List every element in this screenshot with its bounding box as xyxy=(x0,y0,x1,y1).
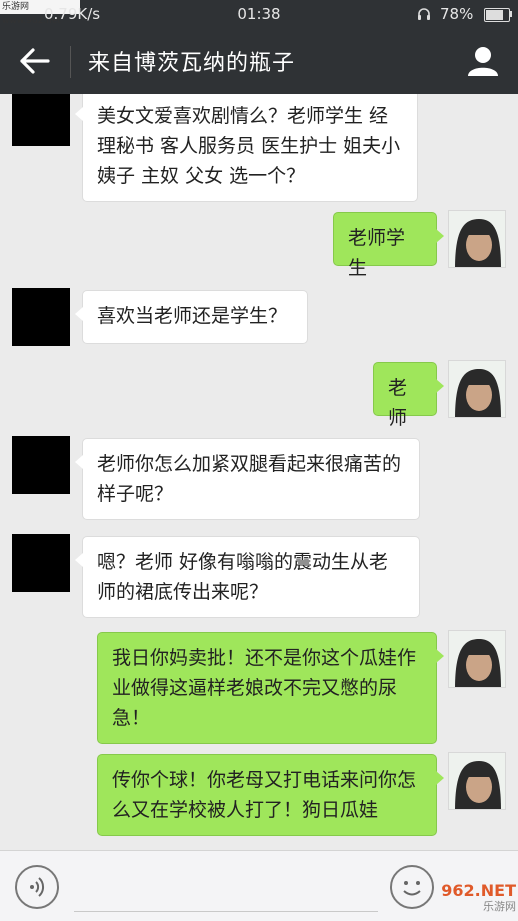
header-divider xyxy=(70,46,71,78)
outgoing-message[interactable]: 我日你妈卖批！还不是你这个瓜娃作业做得这逼样老娘改不完又憋的尿急！ xyxy=(97,632,444,744)
contact-avatar[interactable] xyxy=(12,288,70,346)
user-avatar[interactable] xyxy=(448,210,506,268)
battery-icon xyxy=(484,8,510,22)
watermark-sub: 乐游网 xyxy=(483,900,516,913)
status-bar: 乐游网 www.962.net 0.79K/s 01:38 78% xyxy=(0,0,518,28)
outgoing-message[interactable]: 传你个球！你老母又打电话来问你怎么又在学校被人打了！狗日瓜娃 xyxy=(97,754,444,836)
battery-percent: 78% xyxy=(440,5,474,23)
incoming-message[interactable]: 嗯？老师 好像有嗡嗡的震动生从老师的裙底传出来呢？ xyxy=(75,536,420,618)
back-arrow-icon[interactable] xyxy=(18,46,52,76)
user-photo-icon xyxy=(449,211,505,267)
voice-input-button[interactable] xyxy=(15,865,59,909)
user-avatar[interactable] xyxy=(448,630,506,688)
user-photo-icon xyxy=(449,753,505,809)
outgoing-message[interactable]: 老师 xyxy=(373,362,444,429)
input-bar: 962.NET 乐游网 xyxy=(0,850,518,921)
outgoing-message[interactable]: 老师学生 xyxy=(333,212,444,279)
voice-wave-icon xyxy=(30,877,45,897)
user-photo-icon xyxy=(449,361,505,417)
incoming-message[interactable]: 喜欢当老师还是学生？ xyxy=(75,290,308,344)
contact-profile-icon[interactable] xyxy=(466,44,500,78)
contact-avatar[interactable] xyxy=(12,436,70,494)
user-photo-icon xyxy=(449,631,505,687)
contact-avatar[interactable] xyxy=(12,534,70,592)
incoming-message[interactable]: 美女文爱喜欢剧情么？老师学生 经理秘书 客人服务员 医生护士 姐夫小姨子 主奴 … xyxy=(75,94,418,202)
contact-avatar[interactable] xyxy=(12,94,70,146)
incoming-message[interactable]: 老师你怎么加紧双腿看起来很痛苦的样子呢？ xyxy=(75,438,420,520)
message-list[interactable]: 美女文爱喜欢剧情么？老师学生 经理秘书 客人服务员 医生护士 姐夫小姨子 主奴 … xyxy=(0,94,518,850)
user-avatar[interactable] xyxy=(448,752,506,810)
chat-title: 来自博茨瓦纳的瓶子 xyxy=(88,51,296,76)
headset-icon xyxy=(418,8,430,20)
chat-header: 来自博茨瓦纳的瓶子 xyxy=(0,28,518,94)
watermark-bottom-right: 962.NET 乐游网 xyxy=(424,881,516,917)
battery-tip xyxy=(510,11,512,17)
user-avatar[interactable] xyxy=(448,360,506,418)
message-input[interactable] xyxy=(74,863,378,912)
